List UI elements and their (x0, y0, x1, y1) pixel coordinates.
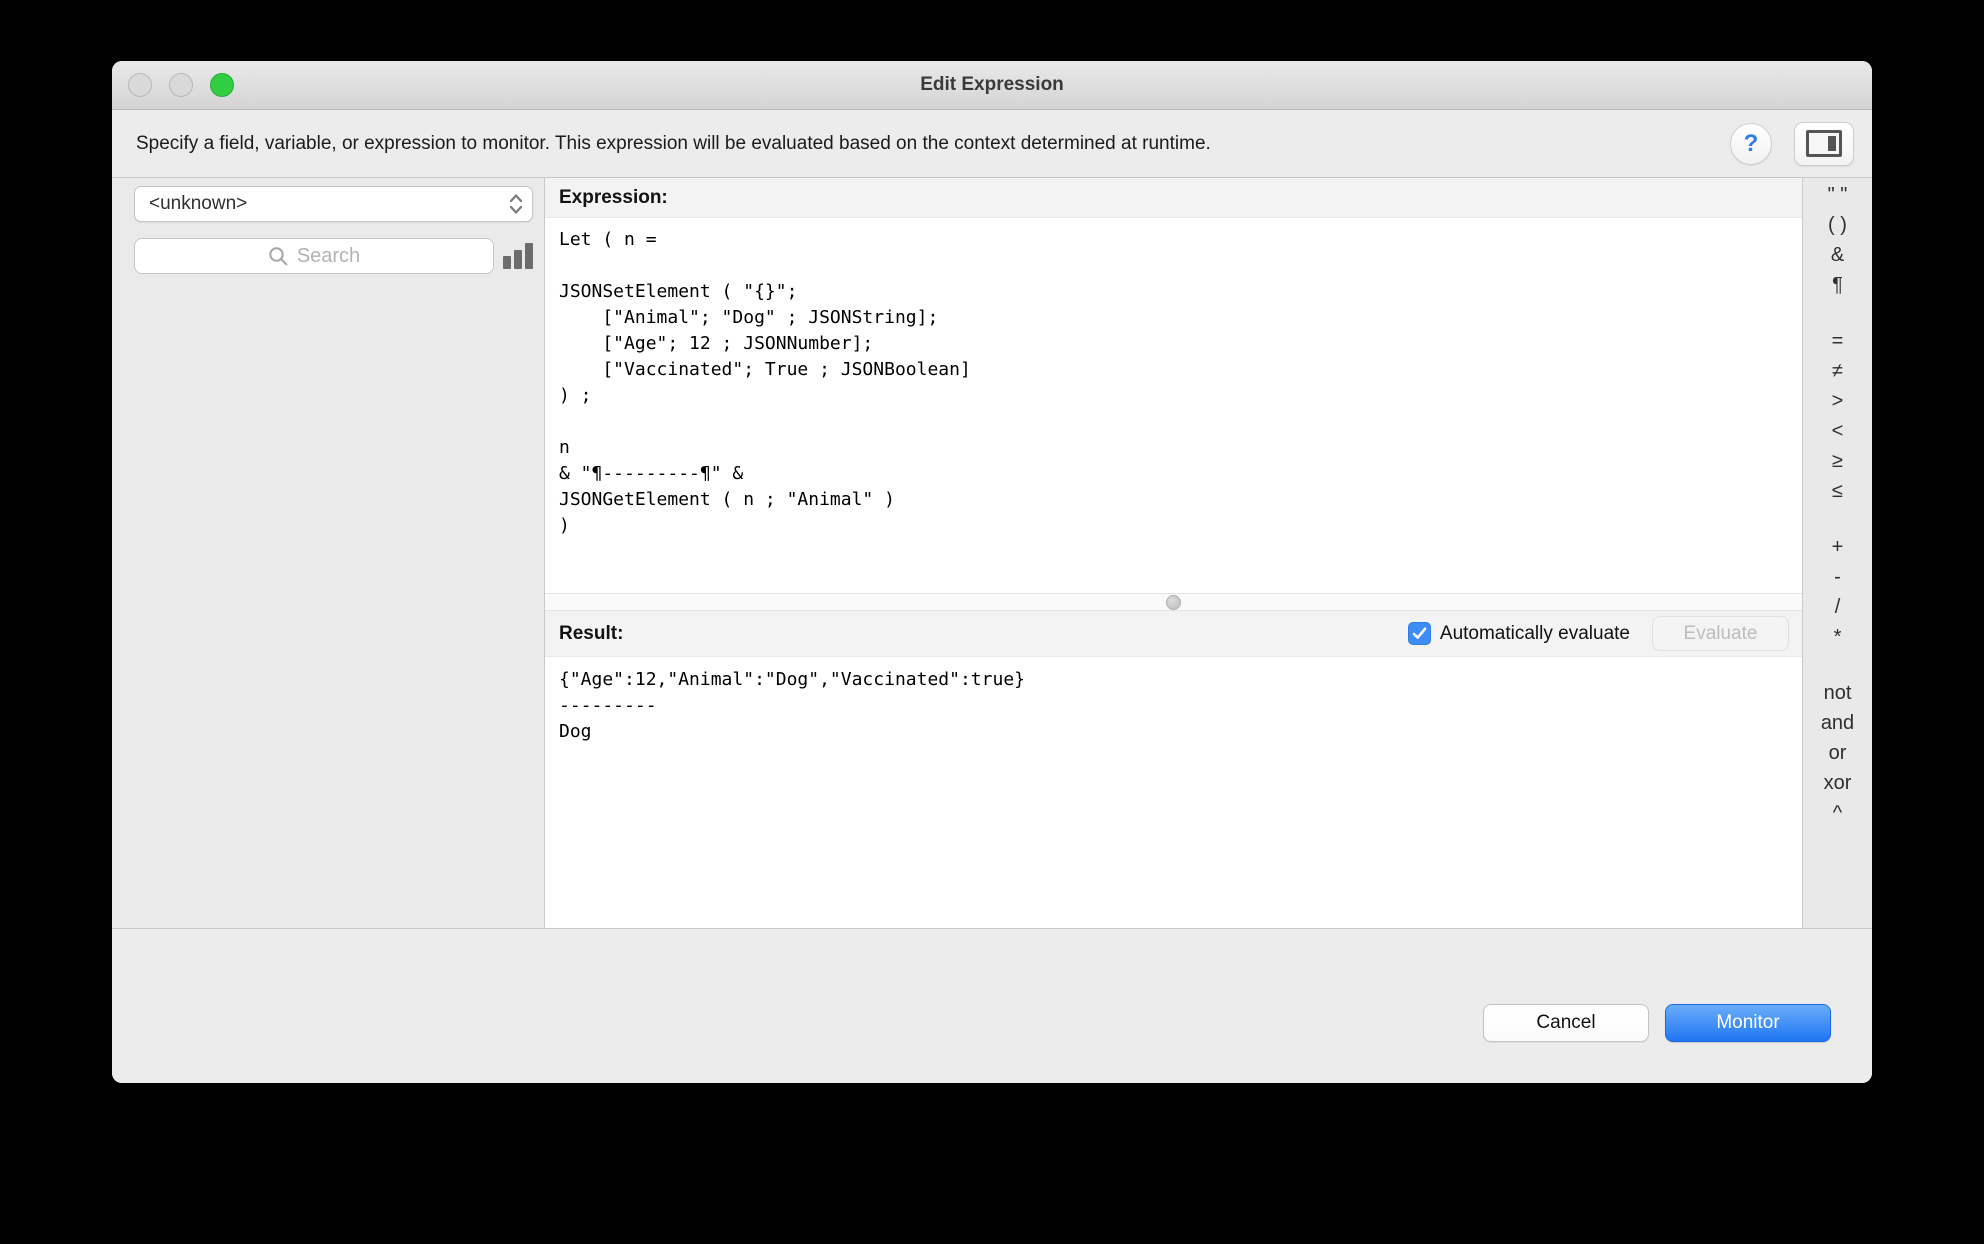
operator-greater-button[interactable]: > (1816, 386, 1860, 416)
operator-parens-button[interactable]: ( ) (1816, 210, 1860, 240)
cancel-button-label: Cancel (1536, 1012, 1596, 1033)
dialog-footer: Cancel Monitor (112, 928, 1872, 1083)
operator-less-equal-button[interactable]: ≤ (1816, 476, 1860, 506)
result-label: Result: (559, 622, 624, 644)
operator-group-comparison: = ≠ > < ≥ ≤ (1816, 326, 1860, 506)
expression-editor[interactable]: Let ( n = JSONSetElement ( "{}"; ["Anima… (545, 218, 1802, 593)
operator-group-arithmetic: + - / * (1816, 532, 1860, 652)
help-button[interactable]: ? (1730, 122, 1772, 165)
operator-greater-equal-button[interactable]: ≥ (1816, 446, 1860, 476)
operator-concat-button[interactable]: & (1816, 240, 1860, 270)
splitter-handle-icon[interactable] (1166, 594, 1181, 610)
window-title: Edit Expression (920, 74, 1064, 95)
window-controls (128, 61, 234, 109)
operator-group-text: " " ( ) & ¶ (1816, 180, 1860, 300)
operator-pilcrow-button[interactable]: ¶ (1816, 270, 1860, 300)
search-icon (269, 246, 288, 265)
edit-expression-dialog: Edit Expression Specify a field, variabl… (112, 61, 1872, 1083)
evaluate-button-label: Evaluate (1683, 622, 1758, 644)
chevron-up-down-icon (509, 194, 523, 214)
cancel-button[interactable]: Cancel (1483, 1004, 1649, 1042)
right-sidebar-icon (1806, 130, 1842, 157)
expression-code[interactable]: Let ( n = JSONSetElement ( "{}"; ["Anima… (559, 227, 1788, 539)
zoom-window-icon[interactable] (210, 73, 234, 97)
expression-panel: Expression: Let ( n = JSONSetElement ( "… (545, 178, 1802, 928)
bar-chart-icon[interactable] (503, 243, 533, 269)
evaluate-button[interactable]: Evaluate (1652, 616, 1789, 651)
description-text: Specify a field, variable, or expression… (136, 132, 1211, 154)
context-dropdown[interactable]: <unknown> (134, 186, 533, 222)
operator-equals-button[interactable]: = (1816, 326, 1860, 356)
pane-splitter[interactable] (545, 593, 1802, 611)
operator-multiply-button[interactable]: * (1816, 622, 1860, 652)
expression-label: Expression: (559, 186, 668, 208)
context-dropdown-value: <unknown> (149, 193, 248, 214)
minimize-window-icon[interactable] (169, 73, 193, 97)
operator-group-logical: not and or xor ^ (1816, 678, 1860, 828)
result-pane: {"Age":12,"Animal":"Dog","Vaccinated":tr… (545, 657, 1802, 928)
operator-power-button[interactable]: ^ (1816, 798, 1860, 828)
operator-plus-button[interactable]: + (1816, 532, 1860, 562)
dialog-content: <unknown> Search Expression: Let (n = J… (112, 178, 1872, 928)
expression-header: Expression: (545, 178, 1802, 218)
operators-panel: " " ( ) & ¶ = ≠ > < ≥ ≤ + - / * not and … (1802, 178, 1872, 928)
title-bar[interactable]: Edit Expression (112, 61, 1872, 110)
search-row: Search (134, 238, 533, 274)
auto-evaluate-label: Automatically evaluate (1439, 622, 1630, 644)
operator-or-button[interactable]: or (1816, 738, 1860, 768)
operator-xor-button[interactable]: xor (1816, 768, 1860, 798)
result-text: {"Age":12,"Animal":"Dog","Vaccinated":tr… (559, 669, 1025, 742)
search-placeholder: Search (296, 244, 361, 267)
checkmark-icon (1412, 627, 1427, 639)
monitor-button[interactable]: Monitor (1665, 1004, 1831, 1042)
auto-evaluate-checkbox[interactable] (1407, 622, 1431, 645)
operator-minus-button[interactable]: - (1816, 562, 1860, 592)
operator-and-button[interactable]: and (1816, 708, 1860, 738)
search-input[interactable]: Search (134, 238, 494, 274)
operator-not-equals-button[interactable]: ≠ (1816, 356, 1860, 386)
operator-not-button[interactable]: not (1816, 678, 1860, 708)
result-header: Result: Automatically evaluate Evaluate (545, 611, 1802, 657)
operator-divide-button[interactable]: / (1816, 592, 1860, 622)
question-mark-icon: ? (1743, 129, 1759, 157)
toggle-operators-panel-button[interactable] (1794, 121, 1854, 166)
operator-less-button[interactable]: < (1816, 416, 1860, 446)
monitor-button-label: Monitor (1716, 1012, 1780, 1033)
close-window-icon[interactable] (128, 73, 152, 97)
description-banner: Specify a field, variable, or expression… (112, 110, 1872, 178)
operator-quotes-button[interactable]: " " (1816, 180, 1860, 210)
function-list-panel: <unknown> Search (112, 178, 545, 928)
